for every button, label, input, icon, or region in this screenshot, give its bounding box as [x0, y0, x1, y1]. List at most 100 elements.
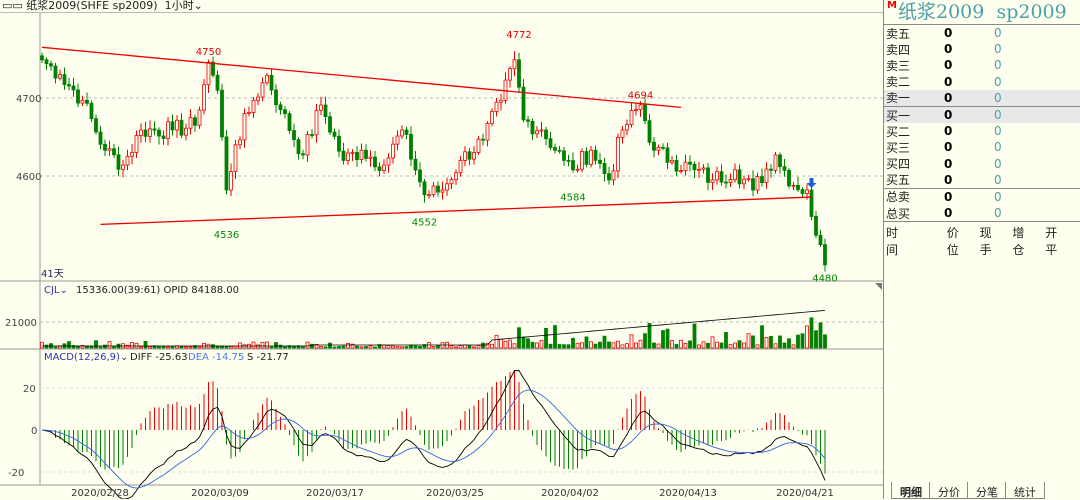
volume-bar — [818, 322, 823, 349]
price-annotation: 4584 — [560, 192, 585, 203]
candle — [607, 173, 611, 181]
candle — [278, 104, 283, 111]
candle — [305, 134, 310, 156]
candle — [805, 189, 809, 194]
tab-0[interactable]: 明细 — [891, 482, 931, 499]
candle — [692, 163, 697, 171]
candle — [499, 99, 503, 103]
candle — [139, 129, 143, 136]
quote-l: 卖四 — [886, 42, 911, 57]
candle — [373, 156, 377, 168]
volume-bar — [94, 340, 98, 349]
candle — [728, 179, 733, 183]
volume-bar — [634, 342, 638, 349]
volume-bar — [773, 343, 778, 349]
volume-bar — [715, 341, 719, 349]
candle — [602, 163, 607, 174]
candle — [323, 104, 328, 118]
quote-p: 0 — [944, 172, 953, 187]
candle — [769, 168, 773, 171]
volume-bar — [665, 328, 670, 349]
volume-bar — [283, 346, 287, 349]
candle — [53, 65, 58, 79]
corner-marker — [875, 283, 882, 290]
volume-bar — [760, 325, 764, 349]
bar-count-label: 41天 — [41, 269, 64, 280]
candle — [148, 128, 152, 137]
candle — [247, 112, 251, 114]
quote-v: 0 — [994, 156, 1002, 171]
candle — [121, 164, 125, 170]
candle — [553, 147, 557, 151]
volume-bar — [557, 344, 562, 349]
candle — [175, 119, 179, 131]
candle — [184, 127, 188, 136]
tab-1[interactable]: 分价 — [929, 482, 969, 499]
kline-chart[interactable]: 4700 4600 4750 4772 4694 4536 4552 4584 4480 41天 2… — [0, 0, 883, 499]
candle — [742, 178, 746, 185]
candle — [49, 63, 53, 67]
volume-bar — [535, 342, 539, 349]
quote-p: 0 — [944, 42, 953, 57]
candle — [134, 135, 139, 153]
quote-p: 0 — [944, 189, 953, 204]
volume-bar — [418, 345, 422, 349]
volume-bar — [395, 346, 400, 349]
candle — [575, 168, 580, 171]
candle — [368, 156, 373, 159]
volume-bar — [746, 333, 751, 349]
volume-bar — [616, 340, 620, 349]
tab-2[interactable]: 分笔 — [967, 482, 1007, 499]
volume-bar — [589, 341, 593, 349]
candle — [773, 154, 778, 171]
volume-bar — [143, 340, 148, 349]
quote-p: 0 — [944, 156, 953, 171]
candle — [62, 74, 67, 85]
macd-dea: DEA -14.75 — [188, 352, 244, 363]
macd-tick-label: 20 — [23, 384, 36, 395]
quote-v: 0 — [994, 42, 1002, 57]
volume-bar — [359, 346, 364, 349]
volume-bar — [611, 342, 616, 349]
tab-3[interactable]: 统计 — [1005, 482, 1045, 499]
quote-v: 0 — [994, 58, 1002, 73]
candle — [733, 169, 737, 181]
volume-bar — [503, 340, 508, 349]
candle — [467, 151, 472, 160]
quote-row: 卖二 0 0 — [884, 74, 1080, 90]
candle — [616, 137, 620, 172]
candle — [44, 59, 49, 65]
date-tick-label: 2020/03/17 — [306, 488, 364, 499]
candle — [359, 149, 364, 161]
volume-bar — [742, 342, 746, 349]
candle — [688, 161, 692, 165]
candle — [674, 159, 679, 172]
candle — [256, 96, 260, 101]
volume-bar — [796, 334, 800, 349]
volume-bar — [490, 343, 494, 349]
volume-bar — [823, 334, 827, 349]
volume-bar — [692, 323, 697, 349]
candle — [490, 111, 494, 124]
candle — [283, 109, 287, 115]
volume-bar — [800, 333, 805, 349]
trade-detail-header: 时间 价位 现手 增仓 开平 — [884, 221, 1080, 260]
price-annotation: 4480 — [812, 274, 837, 285]
volume-bar — [751, 335, 755, 349]
volume-bar — [305, 341, 310, 349]
candle — [629, 110, 634, 125]
candle — [301, 153, 305, 156]
candle — [265, 74, 269, 84]
candle — [647, 120, 652, 143]
candle — [809, 189, 814, 217]
candle — [796, 184, 800, 191]
candle — [269, 74, 274, 91]
candle — [242, 113, 247, 141]
candle — [778, 154, 782, 168]
candle — [800, 189, 805, 194]
candle — [458, 159, 463, 174]
candle — [791, 184, 796, 187]
volume-bar — [521, 336, 526, 349]
volume-bar — [197, 346, 202, 349]
quote-l: 卖三 — [886, 58, 911, 73]
